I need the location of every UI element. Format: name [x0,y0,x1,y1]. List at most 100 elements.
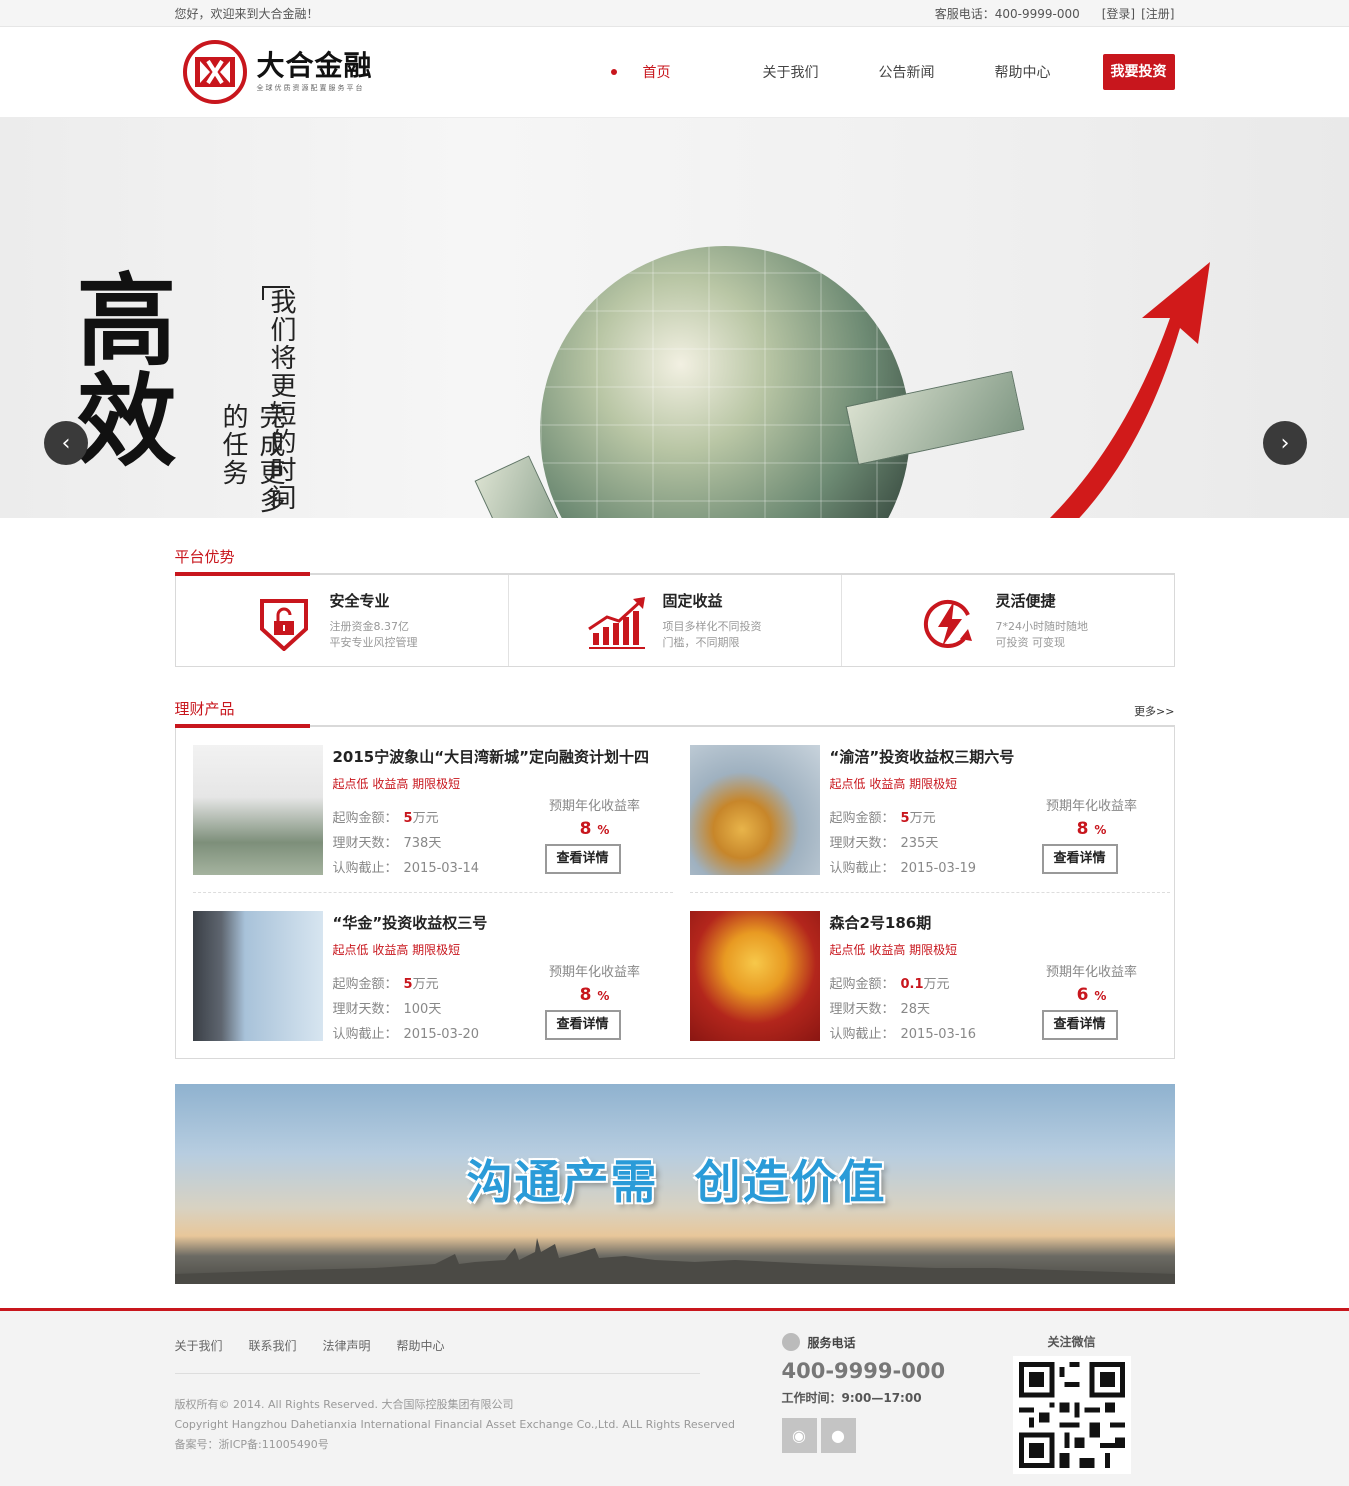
copyright: 版权所有© 2014. All Rights Reserved. 大合国际控股集… [175,1395,735,1455]
login-link[interactable]: [登录] [1102,5,1135,22]
rate-value: 6 [1076,985,1089,1005]
shield-lock-icon [259,599,308,651]
amount-label: 起购金额： [332,811,398,826]
product-title[interactable]: “渝涪”投资收益权三期六号 [830,746,1170,767]
amount-label: 起购金额： [332,977,398,992]
product-title[interactable]: 森合2号186期 [830,912,1170,933]
rate-label: 预期年化收益率 [1045,965,1137,980]
advantage-title: 安全专业 [329,592,390,610]
rate-unit: % [597,989,610,1003]
rate-unit: % [1094,989,1107,1003]
footer-links: 关于我们 联系我们 法律声明 帮助中心 [175,1337,445,1354]
days-value: 100天 [403,1002,442,1017]
dollar-sign-image [689,745,820,875]
product-card[interactable]: 森合2号186期 起点低 收益高 期限极短 起购金额： 0.1万元 理财天数： 28… [689,911,1170,1042]
rate-label: 预期年化收益率 [548,799,640,814]
money-hand-image [192,745,323,875]
deadline-value: 2015-03-16 [900,1027,977,1042]
advantage-title: 固定收益 [662,592,723,610]
copyright-line: Copyright Hangzhou Dahetianxia Internati… [174,1418,735,1431]
rate-value: 8 [579,985,592,1005]
copyright-line: 版权所有© 2014. All Rights Reserved. 大合国际控股集… [174,1398,514,1411]
days-label: 理财天数： [332,1002,398,1017]
invest-button[interactable]: 我要投资 [1102,54,1175,90]
golden-tree-image [689,911,820,1041]
product-card[interactable]: “华金”投资收益权三号 起点低 收益高 期限极短 起购金额： 5万元 理财天数： 1… [192,911,673,1042]
service-person-icon [781,1333,800,1351]
detail-button[interactable]: 查看详情 [1041,1010,1118,1040]
logo-slogan: 全球优质资源配置服务平台 [256,84,365,92]
logo[interactable]: 大合金融 全球优质资源配置服务平台 [182,40,373,104]
product-card[interactable]: 2015宁波象山“大目湾新城”定向融资计划十四 起点低 收益高 期限极短 起购金… [192,745,673,893]
lightning-refresh-icon [923,600,972,648]
service-tel: 400-9999-000 [781,1359,946,1383]
nav-home[interactable]: 首页 [643,62,733,82]
detail-button[interactable]: 查看详情 [544,1010,621,1040]
advantage-item: 灵活便捷 7*24小时随时随地 可投资 可变现 [842,575,1174,666]
top-bar: 您好，欢迎来到大合金融！ 客服电话：400-9999-000 [登录] [注册] [0,0,1349,27]
advantages-section: 平台优势 安全专业 注册资金8.37亿 平安专业风控管理 固定收益 项目多样化不… [174,543,1175,1284]
product-tag: 起点低 收益高 期限极短 [829,943,958,957]
rising-arrow-icon [1049,262,1210,518]
product-tag: 起点低 收益高 期限极短 [332,777,461,791]
nav-news[interactable]: 公告新闻 [849,62,965,82]
advantage-desc: 注册资金8.37亿 [329,620,410,633]
advantage-desc: 门槛，不同期限 [662,636,740,649]
footer-link-about[interactable]: 关于我们 [175,1337,223,1354]
product-card[interactable]: “渝涪”投资收益权三期六号 起点低 收益高 期限极短 起购金额： 5万元 理财天数… [689,745,1170,893]
icp-record: 备案号：浙ICP备:11005490号 [174,1438,329,1451]
product-title[interactable]: “华金”投资收益权三号 [333,912,673,933]
qr-code-image [1012,1356,1131,1474]
slider-next-button[interactable]: › [1263,421,1307,465]
service-block: 服务电话 400-9999-000 工作时间：9:00—17:00 ◉ ● [781,1333,946,1453]
hero-slider: 高效 我们将更短的时间 完成更多的任务 ‹ › [0,118,1349,518]
days-value: 738天 [403,836,442,851]
logo-mark-icon [182,40,247,104]
title-underline [174,724,310,728]
deadline-label: 认购截止： [332,861,398,876]
days-label: 理财天数： [829,836,895,851]
ad-slogan: 沟通产需 创造价值 [466,1155,887,1209]
weibo-icon[interactable]: ◉ [781,1418,817,1453]
amount-label: 起购金额： [829,811,895,826]
footer-link-contact[interactable]: 联系我们 [249,1337,297,1354]
amount-value: 5 [403,811,413,826]
site-header: 大合金融 全球优质资源配置服务平台 首页 关于我们 公告新闻 帮助中心 我要投资 [0,27,1349,118]
deadline-label: 认购截止： [332,1027,398,1042]
building-key-image [192,911,323,1041]
ad-banner[interactable]: 沟通产需 创造价值 [174,1084,1175,1284]
deadline-label: 认购截止： [829,861,895,876]
amount-unit: 万元 [909,811,936,826]
days-value: 235天 [900,836,939,851]
rising-chart-icon [587,597,645,649]
deadline-value: 2015-03-19 [900,861,977,876]
footer-link-help[interactable]: 帮助中心 [397,1337,445,1354]
deadline-label: 认购截止： [829,1027,895,1042]
wechat-label: 关注微信 [1047,1335,1096,1349]
detail-button[interactable]: 查看详情 [544,844,621,874]
rate-unit: % [597,823,610,837]
rate-value: 8 [1076,819,1089,839]
nav-about[interactable]: 关于我们 [733,62,849,82]
slider-prev-button[interactable]: ‹ [44,421,88,465]
amount-unit: 万元 [412,811,439,826]
wechat-icon[interactable]: ● [820,1418,856,1453]
amount-unit: 万元 [412,977,439,992]
footer-link-legal[interactable]: 法律声明 [323,1337,371,1354]
advantage-desc: 可投资 可变现 [995,636,1066,649]
service-phone: 客服电话：400-9999-000 [934,7,1080,21]
site-footer: 关于我们 联系我们 法律声明 帮助中心 版权所有© 2014. All Righ… [0,1308,1349,1486]
more-link[interactable]: 更多>> [1134,703,1174,719]
deadline-value: 2015-03-14 [403,861,480,876]
advantage-desc: 项目多样化不同投资 [662,620,762,633]
product-tag: 起点低 收益高 期限极短 [829,777,958,791]
days-label: 理财天数： [829,1002,895,1017]
amount-value: 5 [900,811,910,826]
rate-unit: % [1094,823,1107,837]
detail-button[interactable]: 查看详情 [1041,844,1118,874]
product-title[interactable]: 2015宁波象山“大目湾新城”定向融资计划十四 [333,746,673,767]
nav-help[interactable]: 帮助中心 [965,62,1081,82]
wechat-qr-block: 关注微信 [1012,1333,1131,1474]
register-link[interactable]: [注册] [1141,5,1174,22]
footer-divider [174,1373,700,1374]
